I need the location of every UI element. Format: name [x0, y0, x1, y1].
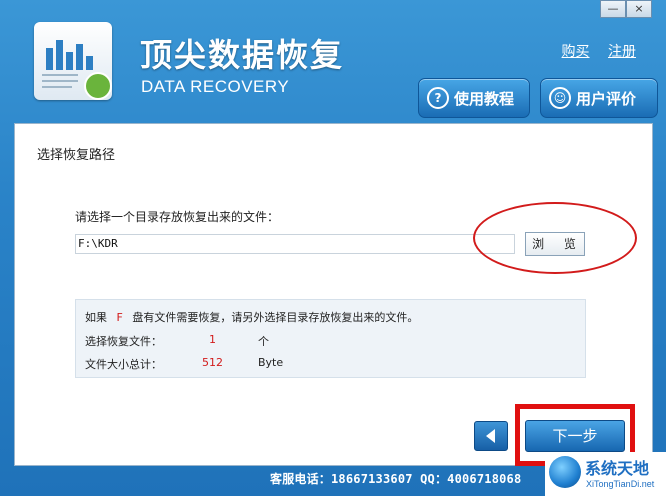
drive-letter: F [116, 311, 123, 324]
minimize-button[interactable]: — [600, 0, 626, 18]
next-step-button[interactable]: 下一步 [525, 420, 625, 452]
register-link[interactable]: 注册 [608, 44, 636, 60]
user-review-button[interactable]: ☺ 用户评价 [540, 78, 658, 118]
tutorial-button[interactable]: ? 使用教程 [418, 78, 530, 118]
path-prompt: 请选择一个目录存放恢复出来的文件： [75, 210, 280, 224]
buy-link[interactable]: 购买 [562, 44, 590, 60]
contact-info: 客服电话：18667133607 QQ：4006718068 [270, 472, 522, 486]
left-arrow-icon [486, 429, 495, 443]
size-label: 文件大小总计： [85, 358, 162, 371]
window-controls: — × [600, 0, 652, 18]
app-title-cn: 顶尖数据恢复 [140, 36, 345, 74]
watermark-cn: 系统天地 [585, 459, 650, 478]
app-logo [34, 22, 112, 100]
size-unit: Byte [258, 356, 284, 369]
info-warning-row: 如果 F 盘有文件需要恢复，请另外选择目录存放恢复出来的文件。 [85, 309, 418, 325]
watermark-en: XiTongTianDi.net [586, 479, 655, 489]
size-value: 512 [202, 356, 223, 369]
logo-bar [46, 48, 53, 70]
user-review-icon: ☺ [549, 87, 571, 109]
logo-bar [56, 40, 63, 70]
logo-line [42, 80, 78, 82]
annotation-ellipse [473, 202, 637, 274]
close-button[interactable]: × [626, 0, 652, 18]
recovery-path-input[interactable] [75, 234, 515, 254]
watermark-logo-icon [549, 456, 581, 488]
watermark: 系统天地 XiTongTianDi.net [545, 452, 666, 496]
section-title: 选择恢复路径 [37, 148, 116, 163]
tutorial-label: 使用教程 [454, 89, 515, 108]
logo-bar [66, 52, 73, 70]
main-panel: 选择恢复路径 请选择一个目录存放恢复出来的文件： 浏 览 如果 F 盘有文件需要… [14, 123, 653, 466]
files-unit: 个 [258, 335, 269, 348]
files-count: 1 [209, 333, 216, 346]
top-links: 购买 注册 [548, 41, 636, 61]
logo-bar [76, 44, 83, 70]
back-button[interactable] [474, 421, 508, 451]
logo-bar [86, 56, 93, 70]
info-suffix: 盘有文件需要恢复，请另外选择目录存放恢复出来的文件。 [132, 311, 419, 324]
info-box: 如果 F 盘有文件需要恢复，请另外选择目录存放恢复出来的文件。 选择恢复文件： … [75, 299, 586, 378]
logo-line [42, 74, 78, 76]
header: 顶尖数据恢复 DATA RECOVERY — × 购买 注册 ? 使用教程 ☺ … [0, 0, 666, 122]
size-row: 文件大小总计： 512 Byte [85, 356, 283, 372]
info-prefix: 如果 [85, 311, 107, 324]
review-label: 用户评价 [576, 89, 637, 108]
files-label: 选择恢复文件： [85, 335, 162, 348]
app-title-en: DATA RECOVERY [141, 77, 290, 96]
question-icon: ? [427, 87, 449, 109]
logo-line [42, 86, 72, 88]
files-row: 选择恢复文件： 1 个 [85, 333, 269, 349]
recovery-arrow-icon [84, 72, 112, 100]
